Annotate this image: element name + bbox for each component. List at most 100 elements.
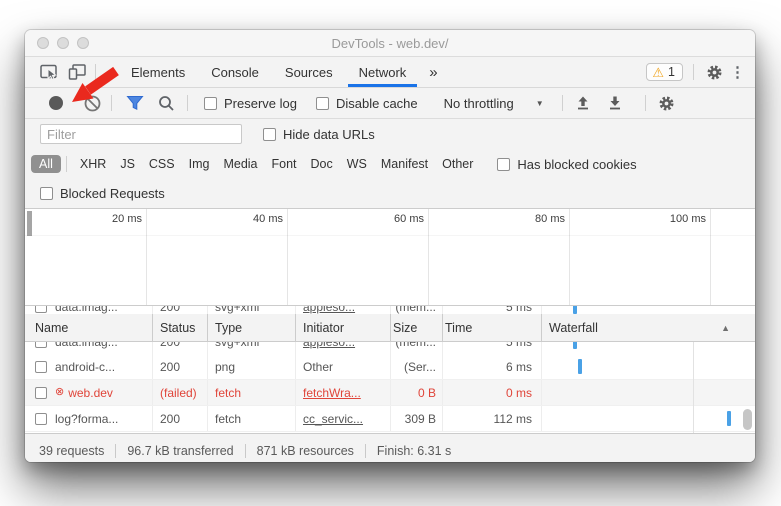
clipped-row: data:imag...200svg+xmlappleso...(mem...5… (25, 342, 755, 354)
request-checkbox[interactable] (35, 387, 47, 399)
column-header-type[interactable]: Type (208, 314, 296, 341)
inspect-element-icon[interactable] (39, 62, 59, 82)
waterfall-bar (727, 411, 731, 426)
request-initiator[interactable]: fetchWra... (303, 386, 361, 400)
request-status: 200 (160, 342, 180, 349)
column-header-initiator[interactable]: Initiator (296, 314, 391, 341)
filter-chip-xhr[interactable]: XHR (74, 155, 112, 173)
filter-chip-doc[interactable]: Doc (305, 155, 339, 173)
request-status: 200 (160, 306, 180, 314)
request-status: 200 (160, 360, 180, 374)
toolbar-separator (95, 64, 96, 80)
filter-chip-all[interactable]: All (31, 155, 61, 173)
throttling-select[interactable]: No throttling ▼ (444, 96, 544, 111)
minimize-window-button[interactable] (57, 37, 69, 49)
filter-chip-ws[interactable]: WS (341, 155, 373, 173)
column-header-size[interactable]: Size (391, 314, 443, 341)
preserve-log-checkbox[interactable] (204, 97, 217, 110)
timeline-gridline (710, 209, 711, 305)
resource-type-filters: All XHRJSCSSImgMediaFontDocWSManifestOthe… (25, 149, 755, 179)
has-blocked-cookies-label: Has blocked cookies (517, 157, 636, 172)
overview-scroll-artifact (27, 211, 32, 236)
filter-funnel-icon[interactable] (126, 95, 144, 111)
timeline-gridline (146, 209, 147, 305)
filter-chip-font[interactable]: Font (266, 155, 303, 173)
table-row[interactable]: data:imag...200svg+xmlappleso...(mem...5… (25, 306, 755, 314)
warning-badge[interactable]: ⚠ 1 (646, 63, 683, 81)
main-tab-bar: ElementsConsoleSourcesNetwork » ⚠ 1 ⋮ (25, 57, 755, 88)
network-toolbar: Preserve log Disable cache No throttling… (25, 88, 755, 119)
tab-console[interactable]: Console (198, 57, 272, 87)
filter-input[interactable] (40, 124, 242, 144)
network-settings-gear-icon[interactable] (658, 95, 675, 112)
column-header-time[interactable]: Time (443, 314, 542, 341)
table-row[interactable]: ⊗web.dev(failed)fetchfetchWra...0 B0 ms (25, 380, 755, 406)
hide-data-urls-checkbox[interactable] (263, 128, 276, 141)
column-header-name[interactable]: Name (25, 314, 153, 341)
hide-data-urls-label: Hide data URLs (283, 127, 375, 142)
devtools-window: DevTools - web.dev/ ElementsConsoleSourc… (25, 30, 755, 462)
blocked-requests-label: Blocked Requests (60, 186, 165, 201)
filter-row: Hide data URLs (25, 119, 755, 149)
tab-network[interactable]: Network (346, 57, 420, 87)
record-button[interactable] (49, 96, 63, 110)
filter-chip-media[interactable]: Media (217, 155, 263, 173)
toolbar-separator (187, 95, 188, 111)
request-checkbox[interactable] (35, 361, 47, 373)
search-icon[interactable] (158, 95, 175, 112)
waterfall-gridline (693, 342, 694, 433)
request-checkbox[interactable] (35, 306, 47, 313)
request-time: 6 ms (506, 360, 532, 374)
panel-tabs: ElementsConsoleSourcesNetwork (118, 57, 419, 87)
request-type: svg+xml (215, 306, 259, 314)
tab-elements[interactable]: Elements (118, 57, 198, 87)
close-window-button[interactable] (37, 37, 49, 49)
filter-chip-js[interactable]: JS (114, 155, 141, 173)
more-tabs-button[interactable]: » (419, 64, 447, 81)
clear-icon[interactable] (84, 95, 101, 112)
request-size: (mem... (395, 306, 436, 314)
request-name: data:imag... (55, 342, 118, 349)
toolbar-separator (111, 95, 112, 111)
request-status: (failed) (160, 386, 197, 400)
filter-chip-other[interactable]: Other (436, 155, 479, 173)
table-row[interactable]: android-c...200pngOther(Ser...6 ms (25, 354, 755, 380)
tab-sources[interactable]: Sources (272, 57, 346, 87)
dropdown-arrow-icon: ▼ (536, 99, 544, 108)
request-initiator[interactable]: appleso... (303, 306, 355, 314)
sort-arrow-icon[interactable]: ▲ (721, 323, 730, 333)
request-checkbox[interactable] (35, 413, 47, 425)
filter-chip-manifest[interactable]: Manifest (375, 155, 434, 173)
table-row[interactable]: log?forma...200fetchcc_servic...309 B112… (25, 406, 755, 432)
request-initiator[interactable]: appleso... (303, 342, 355, 349)
table-header: NameStatusTypeInitiatorSizeTimeWaterfall… (25, 314, 755, 342)
request-initiator[interactable]: cc_servic... (303, 412, 363, 426)
request-checkbox[interactable] (35, 342, 47, 348)
status-bar: 39 requests96.7 kB transferred871 kB res… (25, 433, 755, 462)
timeline-tick-label: 100 ms (670, 213, 706, 225)
statusbar-item: 96.7 kB transferred (116, 444, 244, 458)
waterfall-bar (578, 359, 582, 374)
timeline-overview[interactable]: 20 ms40 ms60 ms80 ms100 ms (25, 209, 755, 306)
blocked-requests-checkbox[interactable] (40, 187, 53, 200)
chip-separator (66, 156, 67, 172)
filter-chip-img[interactable]: Img (183, 155, 216, 173)
toolbar-separator (562, 95, 563, 111)
device-toolbar-icon[interactable] (67, 62, 87, 82)
statusbar-item: Finish: 6.31 s (366, 444, 462, 458)
zoom-window-button[interactable] (77, 37, 89, 49)
request-time: 5 ms (506, 342, 532, 349)
import-har-icon[interactable] (575, 95, 591, 111)
export-har-icon[interactable] (607, 95, 623, 111)
has-blocked-cookies-checkbox[interactable] (497, 158, 510, 171)
column-header-status[interactable]: Status (153, 314, 208, 341)
filter-chip-css[interactable]: CSS (143, 155, 181, 173)
timeline-tick-label: 80 ms (535, 213, 565, 225)
disable-cache-checkbox[interactable] (316, 97, 329, 110)
vertical-scrollbar[interactable] (743, 409, 752, 430)
kebab-menu-icon[interactable]: ⋮ (724, 63, 755, 81)
request-status: 200 (160, 412, 180, 426)
request-size: (Ser... (404, 360, 436, 374)
table-row[interactable]: data:imag...200svg+xmlappleso...(mem...5… (25, 342, 755, 354)
settings-gear-icon[interactable] (704, 62, 724, 82)
